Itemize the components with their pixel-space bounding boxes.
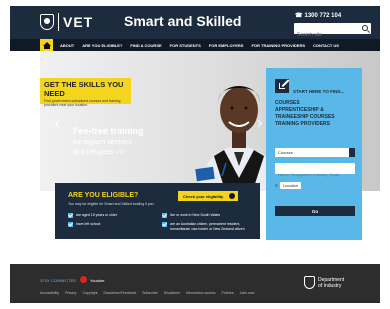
hero-text[interactable]: Fee-free training for asylum seekers and…: [73, 126, 144, 156]
site-footer: STAY CONNECTED Youtube Accessibility Pri…: [10, 264, 380, 303]
phone-number[interactable]: ☎ 1300 772 104: [295, 12, 342, 20]
stay-connected-label: STAY CONNECTED: [40, 278, 77, 283]
department-line: of Industry: [318, 282, 342, 289]
location-selector[interactable]: Location: [279, 181, 302, 189]
checkbox-icon: [68, 222, 73, 227]
phone-icon: ☎: [295, 13, 303, 19]
checkbox-icon: [162, 213, 167, 218]
checkbox-icon: [68, 213, 73, 218]
youtube-link[interactable]: Youtube: [90, 278, 105, 283]
check-eligibility-button[interactable]: Check your eligibility: [178, 191, 238, 201]
department-logo-text: Department of Industry: [318, 277, 344, 289]
carousel-prev-icon[interactable]: [54, 119, 63, 128]
site-header: VET Smart and Skilled ☎ 1300 772 104: [10, 6, 380, 41]
logo-divider: [58, 13, 59, 31]
finder-location: ⚲ Location: [275, 180, 355, 190]
finder-start-label: START HERE TO FIND...: [293, 89, 345, 94]
hero-subline-1: for asylum seekers: [73, 139, 132, 146]
checkbox-icon: [162, 222, 167, 227]
criterion-text: live or work in New South Wales: [170, 213, 221, 217]
footer-link[interactable]: Accessibility: [40, 291, 59, 295]
footer-link[interactable]: Information access: [186, 291, 215, 295]
home-button[interactable]: [40, 39, 53, 51]
eligibility-criterion: have left school: [68, 222, 148, 227]
nav-eligible[interactable]: ARE YOU ELIGIBLE?: [78, 43, 126, 48]
footer-link[interactable]: Disclaimer/Feedback: [104, 291, 137, 295]
finder-heading-line: APPRENTICESHIP &: [275, 107, 324, 113]
search-icon[interactable]: [362, 25, 368, 31]
hero-subline-2: and refugees >>: [73, 149, 124, 156]
nsw-crest-icon: [304, 276, 315, 289]
page: VET Smart and Skilled ☎ 1300 772 104 ABO…: [10, 6, 380, 303]
nav-find-course[interactable]: FIND A COURSE: [126, 43, 165, 48]
finder-type-select[interactable]: Courses: [275, 148, 355, 157]
footer-link[interactable]: Policies: [222, 291, 234, 295]
footer-links: Accessibility Privacy Copyright Disclaim…: [40, 291, 254, 295]
footer-link[interactable]: Subscribe: [142, 291, 158, 295]
eligibility-criterion: live or work in New South Wales: [162, 213, 252, 218]
footer-link[interactable]: Privacy: [65, 291, 76, 295]
footer-link[interactable]: Copyright: [83, 291, 98, 295]
home-icon: [42, 42, 51, 49]
eligibility-subtitle: You may be eligible for Smart and Skille…: [68, 202, 155, 206]
eligibility-criterion: are aged 15 years or older: [68, 213, 148, 218]
hero-headline: Fee-free training: [73, 126, 144, 136]
footer-link[interactable]: Disclaimer: [164, 291, 180, 295]
course-finder-panel: START HERE TO FIND... COURSES APPRENTICE…: [266, 68, 362, 240]
nav-training-providers[interactable]: FOR TRAINING PROVIDERS: [247, 43, 309, 48]
criterion-text: are an Australian citizen, permanent res…: [170, 222, 245, 231]
finder-keyword-input[interactable]: [275, 169, 355, 180]
location-pin-icon: ⚲: [275, 182, 278, 188]
arrow-circle-icon: [229, 193, 235, 199]
eligibility-box: ARE YOU ELIGIBLE? You may be eligible fo…: [55, 183, 260, 239]
arrow-down-right-icon: [279, 83, 285, 89]
hero-banner-title: GET THE SKILLS YOU NEED: [44, 80, 124, 98]
finder-keyword-field: [275, 163, 355, 180]
department-logo[interactable]: Department of Industry: [304, 276, 344, 289]
check-eligibility-label: Check your eligibility: [183, 193, 224, 199]
search-box: [294, 23, 371, 41]
finder-heading: COURSES APPRENTICESHIP & TRAINEESHIP COU…: [275, 100, 355, 128]
logo-text: VET: [63, 14, 94, 30]
main-nav: ABOUT ARE YOU ELIGIBLE? FIND A COURSE FO…: [10, 39, 380, 51]
start-arrow-icon: [275, 79, 289, 93]
criterion-text: have left school: [76, 222, 101, 226]
youtube-icon[interactable]: [80, 276, 87, 283]
finder-heading-line: TRAINING PROVIDERS: [275, 121, 331, 127]
nav-about[interactable]: ABOUT: [56, 43, 78, 48]
eligibility-title: ARE YOU ELIGIBLE?: [68, 192, 139, 199]
vet-logo[interactable]: VET: [40, 12, 93, 32]
nsw-crest-icon: [40, 14, 54, 30]
site-title: Smart and Skilled: [124, 13, 242, 29]
eligibility-criterion: are an Australian citizen, permanent res…: [162, 222, 254, 231]
nav-students[interactable]: FOR STUDENTS: [166, 43, 205, 48]
finder-heading-line: TRAINEESHIP COURSES: [275, 114, 335, 120]
finder-heading-line: COURSES: [275, 100, 300, 106]
footer-link[interactable]: Jobs now: [240, 291, 255, 295]
criterion-text: are aged 15 years or older: [76, 213, 118, 217]
nav-employers[interactable]: FOR EMPLOYERS: [205, 43, 248, 48]
finder-go-button[interactable]: Go: [275, 206, 355, 216]
hero-banner-subtitle: Find government-subsidised courses and t…: [44, 99, 121, 107]
hero-banner: GET THE SKILLS YOU NEED Find government-…: [40, 78, 131, 107]
phone-text: 1300 772 104: [304, 12, 342, 19]
nav-contact[interactable]: CONTACT US: [309, 43, 343, 48]
department-line: Department: [318, 276, 345, 283]
